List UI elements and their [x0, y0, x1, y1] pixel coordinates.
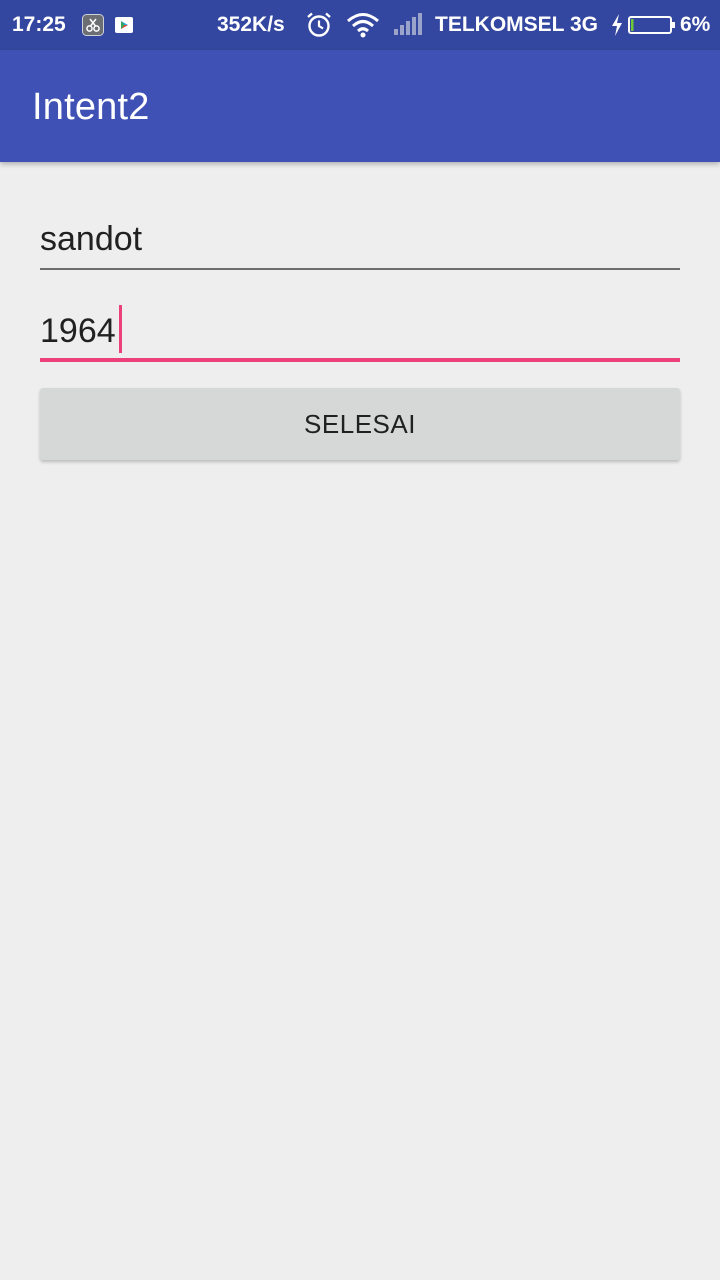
year-input-value: 1964	[40, 312, 116, 350]
scissors-app-icon	[82, 0, 104, 50]
name-input[interactable]: sandot	[40, 214, 680, 270]
signal-icon	[393, 0, 423, 50]
alarm-icon	[305, 0, 333, 50]
status-time: 17:25	[12, 13, 66, 36]
name-input-value: sandot	[40, 220, 143, 258]
year-input[interactable]: 1964	[40, 302, 680, 362]
selesai-button[interactable]: SELESAI	[40, 388, 680, 460]
battery-icon	[628, 0, 676, 50]
play-store-icon	[114, 0, 134, 50]
text-cursor	[119, 305, 122, 353]
charging-icon	[610, 0, 624, 50]
status-bar: 17:25 352K/s TELKOMSEL 3G 6%	[0, 0, 720, 50]
network-speed: 352K/s	[217, 13, 285, 36]
app-bar: Intent2	[0, 50, 720, 162]
wifi-icon	[346, 0, 380, 50]
carrier-name: TELKOMSEL 3G	[435, 13, 598, 36]
battery-percent: 6%	[680, 13, 711, 36]
app-title: Intent2	[32, 86, 150, 128]
